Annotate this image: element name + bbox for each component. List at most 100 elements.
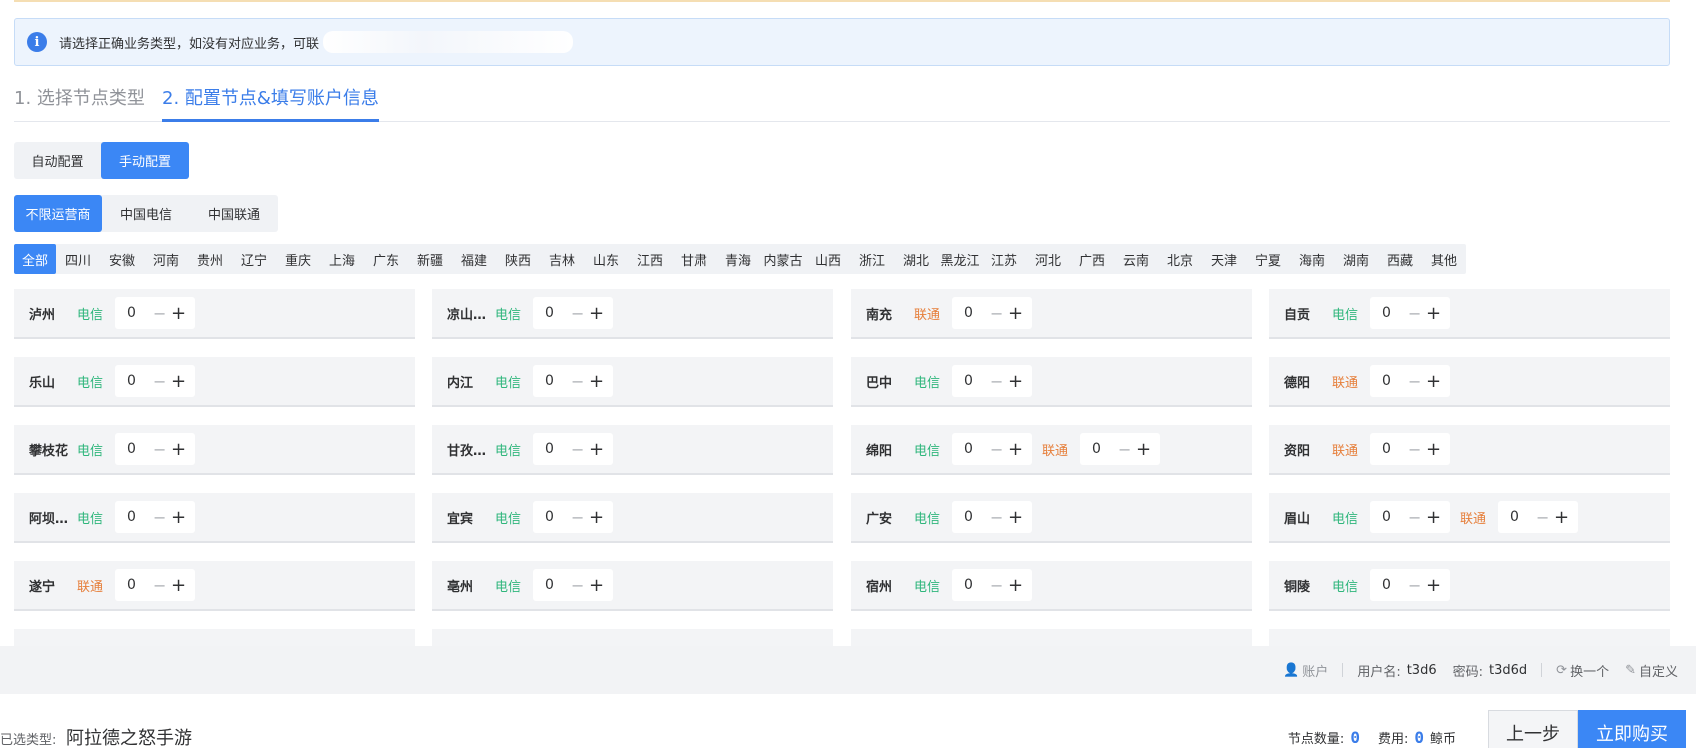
decrement-button[interactable]: − [571,576,589,595]
quantity-stepper[interactable]: 0− + [1498,501,1578,533]
decrement-button[interactable]: − [571,440,589,459]
province-tab-17[interactable]: 内蒙古 [760,244,806,274]
quantity-value[interactable]: 0 [1382,509,1408,525]
increment-button[interactable]: + [171,507,186,528]
increment-button[interactable]: + [589,507,604,528]
quantity-stepper[interactable]: 0− + [952,297,1032,329]
province-tab-2[interactable]: 安徽 [100,244,144,274]
province-tab-0[interactable]: 全部 [14,244,56,274]
carrier-filter-option-0[interactable]: 不限运营商 [14,195,102,232]
decrement-button[interactable]: − [153,440,171,459]
decrement-button[interactable]: − [1408,508,1426,527]
province-tab-19[interactable]: 浙江 [850,244,894,274]
decrement-button[interactable]: − [153,508,171,527]
quantity-stepper[interactable]: 0− + [115,569,195,601]
decrement-button[interactable]: − [1408,304,1426,323]
quantity-value[interactable]: 0 [545,373,571,389]
increment-button[interactable]: + [1426,439,1441,460]
quantity-value[interactable]: 0 [964,441,990,457]
increment-button[interactable]: + [1008,303,1023,324]
quantity-stepper[interactable]: 0− + [952,433,1032,465]
quantity-value[interactable]: 0 [964,373,990,389]
quantity-stepper[interactable]: 0− + [1370,501,1450,533]
quantity-stepper[interactable]: 0− + [115,501,195,533]
quantity-stepper[interactable]: 0− + [952,365,1032,397]
carrier-filter-option-2[interactable]: 中国联通 [190,195,278,232]
province-tab-8[interactable]: 广东 [364,244,408,274]
province-tab-27[interactable]: 天津 [1202,244,1246,274]
quantity-value[interactable]: 0 [1382,577,1408,593]
province-tab-23[interactable]: 河北 [1026,244,1070,274]
quantity-value[interactable]: 0 [545,305,571,321]
edit-user-icon[interactable]: ✎ [1625,663,1636,678]
province-tab-3[interactable]: 河南 [144,244,188,274]
carrier-filter-option-1[interactable]: 中国电信 [102,195,190,232]
province-tab-11[interactable]: 陕西 [496,244,540,274]
decrement-button[interactable]: − [1536,508,1554,527]
decrement-button[interactable]: − [1408,440,1426,459]
change-account-button[interactable]: 换一个 [1570,661,1609,680]
province-tab-26[interactable]: 北京 [1158,244,1202,274]
quantity-value[interactable]: 0 [545,509,571,525]
decrement-button[interactable]: − [990,372,1008,391]
province-tab-14[interactable]: 江西 [628,244,672,274]
increment-button[interactable]: + [589,303,604,324]
province-tab-10[interactable]: 福建 [452,244,496,274]
config-mode-option-0[interactable]: 自动配置 [14,142,101,179]
increment-button[interactable]: + [1008,439,1023,460]
province-tab-31[interactable]: 西藏 [1378,244,1422,274]
quantity-value[interactable]: 0 [964,305,990,321]
quantity-stepper[interactable]: 0− + [1370,365,1450,397]
quantity-stepper[interactable]: 0− + [1370,569,1450,601]
increment-button[interactable]: + [1008,507,1023,528]
increment-button[interactable]: + [1426,303,1441,324]
decrement-button[interactable]: − [1408,372,1426,391]
province-tab-24[interactable]: 广西 [1070,244,1114,274]
quantity-value[interactable]: 0 [1382,305,1408,321]
increment-button[interactable]: + [589,575,604,596]
quantity-stepper[interactable]: 0− + [952,569,1032,601]
province-tab-16[interactable]: 青海 [716,244,760,274]
decrement-button[interactable]: − [1408,576,1426,595]
province-tab-18[interactable]: 山西 [806,244,850,274]
quantity-stepper[interactable]: 0− + [952,501,1032,533]
increment-button[interactable]: + [1426,507,1441,528]
increment-button[interactable]: + [1554,507,1569,528]
quantity-value[interactable]: 0 [1382,441,1408,457]
config-mode-option-1[interactable]: 手动配置 [101,142,189,179]
province-tab-25[interactable]: 云南 [1114,244,1158,274]
quantity-value[interactable]: 0 [127,577,153,593]
increment-button[interactable]: + [171,303,186,324]
decrement-button[interactable]: − [1118,440,1136,459]
quantity-stepper[interactable]: 0− + [1370,433,1450,465]
increment-button[interactable]: + [171,439,186,460]
quantity-value[interactable]: 0 [127,373,153,389]
refresh-icon[interactable]: ⟳ [1556,663,1567,678]
quantity-stepper[interactable]: 0− + [533,433,613,465]
province-tab-7[interactable]: 上海 [320,244,364,274]
province-tab-9[interactable]: 新疆 [408,244,452,274]
quantity-value[interactable]: 0 [1382,373,1408,389]
buy-now-button[interactable]: 立即购买 [1578,710,1686,748]
quantity-value[interactable]: 0 [964,577,990,593]
quantity-stepper[interactable]: 0− + [533,501,613,533]
quantity-value[interactable]: 0 [1092,441,1118,457]
quantity-stepper[interactable]: 0− + [115,365,195,397]
decrement-button[interactable]: − [990,576,1008,595]
quantity-value[interactable]: 0 [1510,509,1536,525]
decrement-button[interactable]: − [571,304,589,323]
quantity-value[interactable]: 0 [545,577,571,593]
province-tab-15[interactable]: 甘肃 [672,244,716,274]
province-tab-12[interactable]: 吉林 [540,244,584,274]
province-tab-28[interactable]: 宁夏 [1246,244,1290,274]
decrement-button[interactable]: − [990,508,1008,527]
quantity-stepper[interactable]: 0− + [115,297,195,329]
decrement-button[interactable]: − [571,508,589,527]
decrement-button[interactable]: − [990,440,1008,459]
quantity-stepper[interactable]: 0− + [533,569,613,601]
decrement-button[interactable]: − [153,372,171,391]
province-tab-20[interactable]: 湖北 [894,244,938,274]
province-tab-1[interactable]: 四川 [56,244,100,274]
increment-button[interactable]: + [589,371,604,392]
province-tab-29[interactable]: 海南 [1290,244,1334,274]
